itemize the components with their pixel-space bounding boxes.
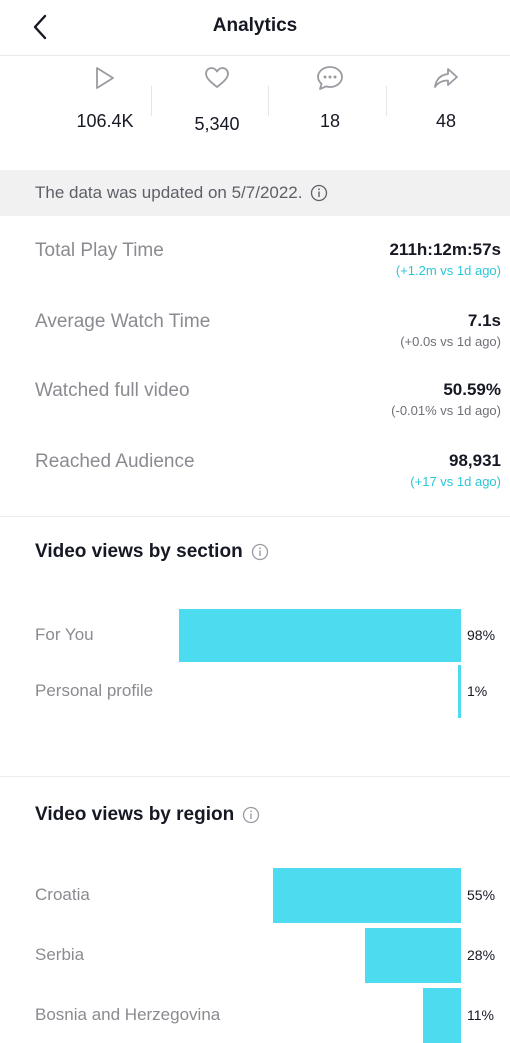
- stat-likes-value: 5,340: [194, 114, 240, 134]
- bar-label: Serbia: [35, 944, 85, 964]
- bar-percent: 1%: [467, 682, 488, 699]
- stat-views: 106.4K: [45, 56, 165, 146]
- bar-label: Bosnia and Herzegovina: [35, 1004, 221, 1024]
- bar-fill: [273, 868, 461, 923]
- bar-fill: [179, 609, 461, 662]
- section-title-text: Video views by section: [35, 541, 243, 562]
- bar-fill: [458, 665, 461, 718]
- stat-likes: 5,340: [157, 56, 277, 146]
- section-title-text: Video views by region: [35, 804, 235, 825]
- bar-percent: 11%: [467, 1006, 494, 1023]
- bar-label: Croatia: [35, 884, 90, 904]
- metric-value: 98,931: [449, 451, 501, 470]
- stat-shares: 48: [386, 56, 506, 146]
- bar-percent: 28%: [467, 946, 496, 963]
- stat-shares-value: 48: [435, 111, 457, 131]
- metric-delta: (+0.0s vs 1d ago): [400, 334, 501, 349]
- heart-icon: [157, 64, 277, 92]
- update-banner-text-wrap: The data was updated on 5/7/2022.: [35, 183, 328, 203]
- header-bar: Analytics: [0, 0, 510, 56]
- bar-label: Personal profile: [35, 680, 154, 700]
- info-icon[interactable]: [251, 543, 269, 561]
- comment-icon: [270, 64, 390, 92]
- update-banner-text: The data was updated on 5/7/2022.: [35, 183, 303, 202]
- share-icon: [386, 64, 506, 92]
- section-divider: [0, 516, 510, 517]
- metric-label: Total Play Time: [35, 240, 164, 261]
- metric-label: Watched full video: [35, 380, 190, 401]
- metric-delta: (+17 vs 1d ago): [410, 474, 501, 489]
- metric-value: 211h:12m:57s: [389, 240, 501, 259]
- info-icon[interactable]: [242, 806, 260, 824]
- section-title-by-section: Video views by section: [35, 541, 269, 563]
- bar-percent: 98%: [467, 626, 496, 643]
- stat-comments: 18: [270, 56, 390, 146]
- update-banner: The data was updated on 5/7/2022.: [0, 170, 510, 216]
- stat-divider: [151, 86, 152, 116]
- section-divider: [0, 776, 510, 777]
- page-title: Analytics: [212, 15, 298, 36]
- stat-views-value: 106.4K: [76, 111, 134, 131]
- metric-delta: (-0.01% vs 1d ago): [391, 403, 501, 418]
- metric-delta: (+1.2m vs 1d ago): [395, 263, 501, 278]
- bar-label: For You: [35, 624, 94, 644]
- bar-fill: [423, 988, 461, 1043]
- section-title-by-region: Video views by region: [35, 804, 260, 826]
- stats-row: 106.4K 5,340 18 48: [0, 56, 510, 146]
- metric-value: 7.1s: [467, 311, 501, 330]
- metric-value: 50.59%: [443, 380, 501, 399]
- stat-comments-value: 18: [319, 111, 341, 131]
- play-icon: [45, 64, 165, 92]
- stat-divider: [268, 86, 269, 116]
- metric-label: Average Watch Time: [35, 311, 211, 332]
- bar-percent: 55%: [467, 886, 496, 903]
- metric-label: Reached Audience: [35, 451, 195, 472]
- info-icon[interactable]: [310, 184, 328, 202]
- bar-fill: [365, 928, 461, 983]
